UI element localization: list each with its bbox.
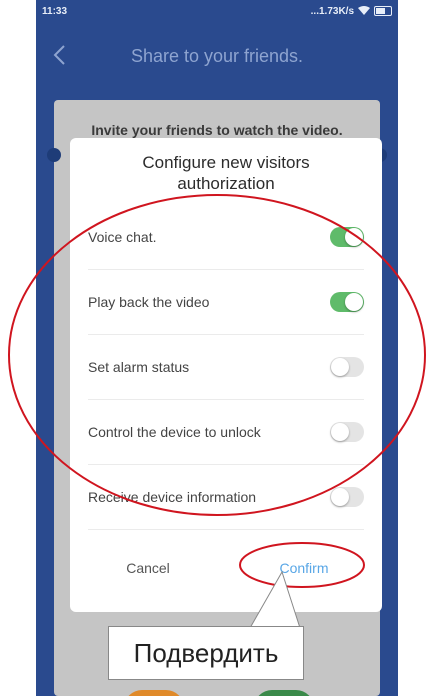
card-notch-left bbox=[47, 148, 61, 162]
status-indicators: ...1.73K/s bbox=[311, 6, 392, 17]
qr-share-icon[interactable] bbox=[124, 690, 184, 696]
app-header: Share to your friends. bbox=[36, 30, 398, 82]
share-card-title: Invite your friends to watch the video. bbox=[91, 122, 343, 138]
permission-label: Set alarm status bbox=[88, 359, 190, 375]
cancel-button[interactable]: Cancel bbox=[70, 538, 226, 598]
unlock-toggle[interactable] bbox=[330, 422, 364, 442]
chevron-left-icon bbox=[53, 45, 65, 65]
permission-row-voice-chat: Voice chat. bbox=[88, 205, 364, 270]
permissions-dialog: Configure new visitors authorization Voi… bbox=[70, 138, 382, 612]
permission-label: Play back the video bbox=[88, 294, 210, 310]
device-info-toggle[interactable] bbox=[330, 487, 364, 507]
status-bar: 11:33 ...1.73K/s bbox=[36, 0, 398, 22]
confirm-button[interactable]: Confirm bbox=[226, 538, 382, 598]
permission-label: Control the device to unlock bbox=[88, 424, 261, 440]
toggle-knob bbox=[331, 358, 349, 376]
dialog-title-line2: authorization bbox=[177, 174, 275, 193]
permission-row-unlock: Control the device to unlock bbox=[88, 400, 364, 465]
permission-row-device-info: Receive device information bbox=[88, 465, 364, 530]
wifi-icon bbox=[358, 6, 370, 15]
toggle-knob bbox=[345, 228, 363, 246]
status-time: 11:33 bbox=[42, 5, 68, 17]
network-speed: ...1.73K/s bbox=[310, 5, 354, 17]
battery-icon bbox=[374, 6, 392, 16]
dialog-actions: Cancel Confirm bbox=[70, 538, 382, 598]
app-share-icon[interactable] bbox=[254, 690, 314, 696]
page-title: Share to your friends. bbox=[130, 45, 304, 66]
toggle-knob bbox=[331, 423, 349, 441]
dialog-title: Configure new visitors authorization bbox=[70, 152, 382, 194]
back-button[interactable] bbox=[44, 40, 74, 70]
alarm-status-toggle[interactable] bbox=[330, 357, 364, 377]
toggle-knob bbox=[331, 488, 349, 506]
dialog-title-line1: Configure new visitors bbox=[142, 153, 310, 172]
voice-chat-toggle[interactable] bbox=[330, 227, 364, 247]
toggle-knob bbox=[345, 293, 363, 311]
permission-label: Voice chat. bbox=[88, 229, 157, 245]
permission-row-alarm: Set alarm status bbox=[88, 335, 364, 400]
playback-toggle[interactable] bbox=[330, 292, 364, 312]
annotation-callout: Подвердить bbox=[108, 626, 304, 680]
permission-row-playback: Play back the video bbox=[88, 270, 364, 335]
permission-label: Receive device information bbox=[88, 489, 257, 505]
